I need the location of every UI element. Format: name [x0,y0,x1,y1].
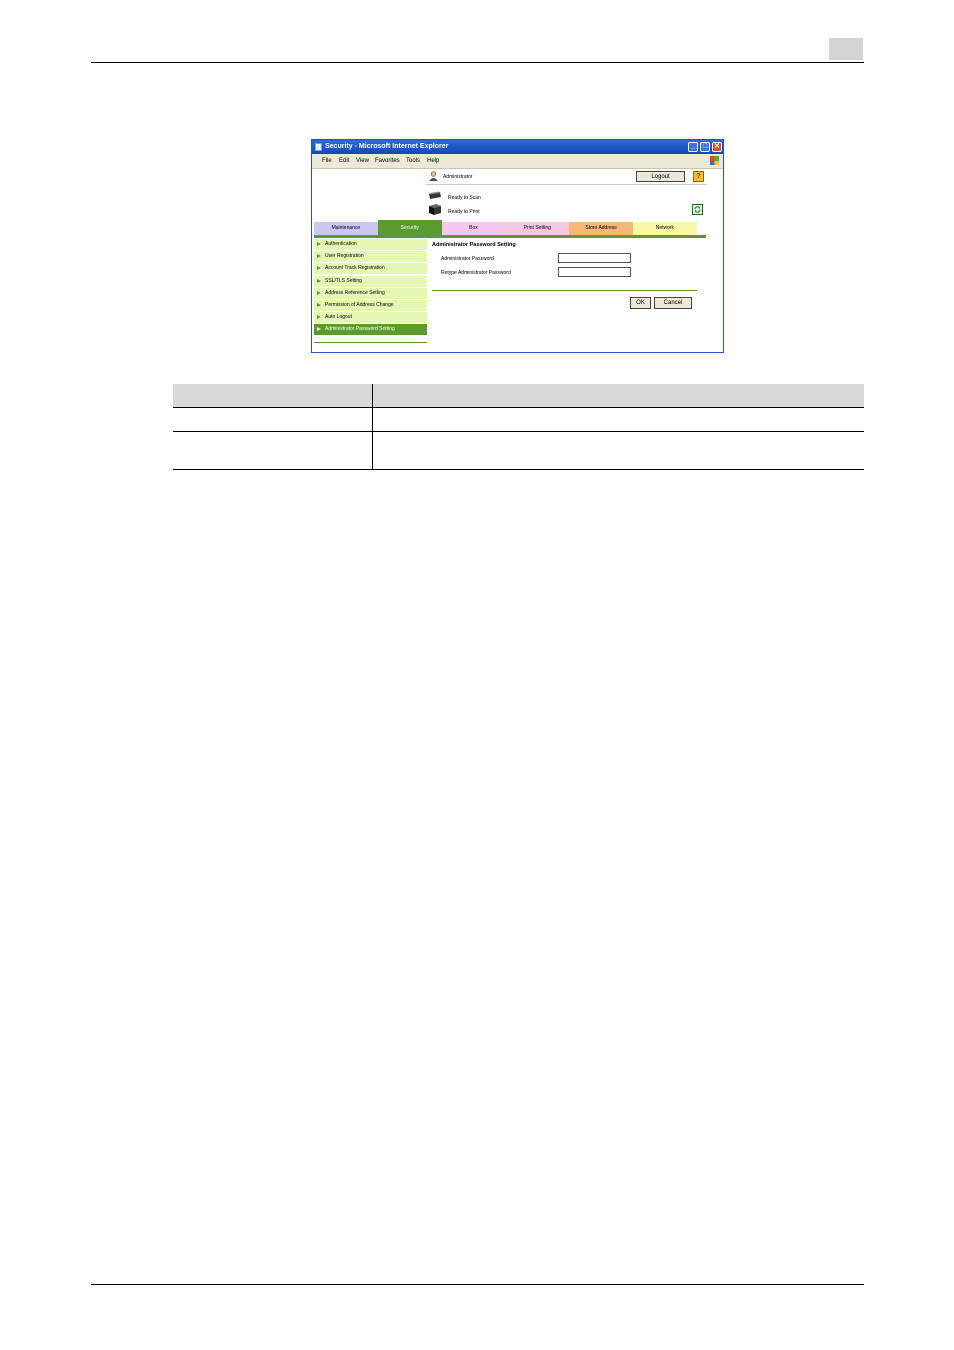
menu-favorites[interactable]: Favorites [375,154,400,168]
sidebar-item-administrator-password-setting[interactable]: Administrator Password Setting [314,324,427,336]
table-cell [372,407,864,432]
ie-page-icon [315,143,322,151]
form-divider [432,290,697,291]
print-status: Ready to Print [448,209,480,215]
sidebar-item-label: Auto Logout [325,314,352,321]
sidebar-item-auto-logout[interactable]: Auto Logout [314,312,427,324]
arrow-icon [317,278,321,283]
tab-underline [314,235,706,238]
scan-status: Ready to Scan [448,195,481,201]
window-title: Security - Microsoft Internet Explorer [325,143,449,150]
menu-help[interactable]: Help [427,154,439,168]
arrow-icon [317,242,321,246]
admin-password-label: Administrator Password [441,256,494,262]
ok-button[interactable]: OK [630,297,651,309]
sidebar-item-label: Authentication [325,241,357,247]
sidebar-item-account-track-registration[interactable]: Account Track Registration [314,263,427,275]
printer-icon [429,204,441,215]
arrow-icon [317,327,321,332]
tab-bar: Maintenance Security Box Print Setting S… [314,220,706,235]
menu-view[interactable]: View [356,154,369,168]
arrow-icon [317,266,321,271]
logout-button[interactable]: Logout [636,171,685,182]
tab-maintenance[interactable]: Maintenance [314,222,378,235]
help-icon[interactable]: ? [693,171,704,182]
maximize-button[interactable]: □ [700,142,710,152]
sidebar-item-authentication[interactable]: Authentication [314,239,427,250]
retype-password-field[interactable] [558,267,631,277]
windows-logo-icon [710,156,719,165]
menu-bar: File Edit View Favorites Tools Help [312,154,723,169]
browser-window: Security - Microsoft Internet Explorer _… [311,139,724,353]
sidebar-item-label: Address Reference Setting [325,289,385,296]
scanner-icon [429,191,441,199]
tab-box[interactable]: Box [441,222,506,235]
sidebar-item-permission-of-address-change[interactable]: Permission of Address Change [314,299,427,311]
header-divider [426,184,707,185]
footer-rule [91,1284,864,1285]
refresh-icon[interactable] [692,204,703,215]
table-header-cell [173,384,373,408]
tab-network[interactable]: Network [633,222,697,235]
menu-file[interactable]: File [322,154,332,168]
arrow-icon [317,315,321,320]
user-label: Administrator [443,174,473,180]
table-cell [173,407,373,432]
table-header-cell [372,384,864,408]
admin-password-field[interactable] [558,253,631,263]
table-cell [372,431,864,470]
table-header-row [173,384,864,408]
tab-store-address[interactable]: Store Address [569,222,633,235]
sidebar-item-label: Administrator Password Setting [325,326,395,333]
close-button[interactable]: ✕ [712,142,722,152]
minimize-button[interactable]: _ [688,142,698,152]
sidebar-divider [314,342,427,343]
sidebar: Authentication User Registration Account… [314,239,427,337]
page-content: Administrator Logout ? Ready to Scan Rea… [312,169,723,352]
sidebar-item-label: SSL/TLS Setting [325,277,362,284]
tab-security[interactable]: Security [377,220,442,235]
cancel-button[interactable]: Cancel [654,297,692,309]
arrow-icon [317,302,321,307]
menu-edit[interactable]: Edit [339,154,349,168]
sidebar-item-ssl-tls-setting[interactable]: SSL/TLS Setting [314,275,427,287]
sidebar-item-user-registration[interactable]: User Registration [314,251,427,263]
table-row [173,431,864,470]
menu-tools[interactable]: Tools [406,154,420,168]
page-title: Administrator Password Setting [432,242,516,248]
title-bar: Security - Microsoft Internet Explorer _… [312,140,723,154]
sidebar-item-label: Permission of Address Change [325,301,394,308]
sidebar-item-label: User Registration [325,253,364,260]
sidebar-item-address-reference-setting[interactable]: Address Reference Setting [314,287,427,299]
settings-table [173,384,864,470]
table-cell [173,431,373,470]
page-tab [829,38,863,60]
table-row [173,407,864,432]
arrow-icon [317,290,321,295]
retype-password-label: Retype Administrator Password [441,270,511,276]
tab-print-setting[interactable]: Print Setting [505,222,570,235]
arrow-icon [317,254,321,259]
administrator-icon [429,171,438,181]
header-rule [91,62,864,63]
sidebar-item-label: Account Track Registration [325,265,385,272]
